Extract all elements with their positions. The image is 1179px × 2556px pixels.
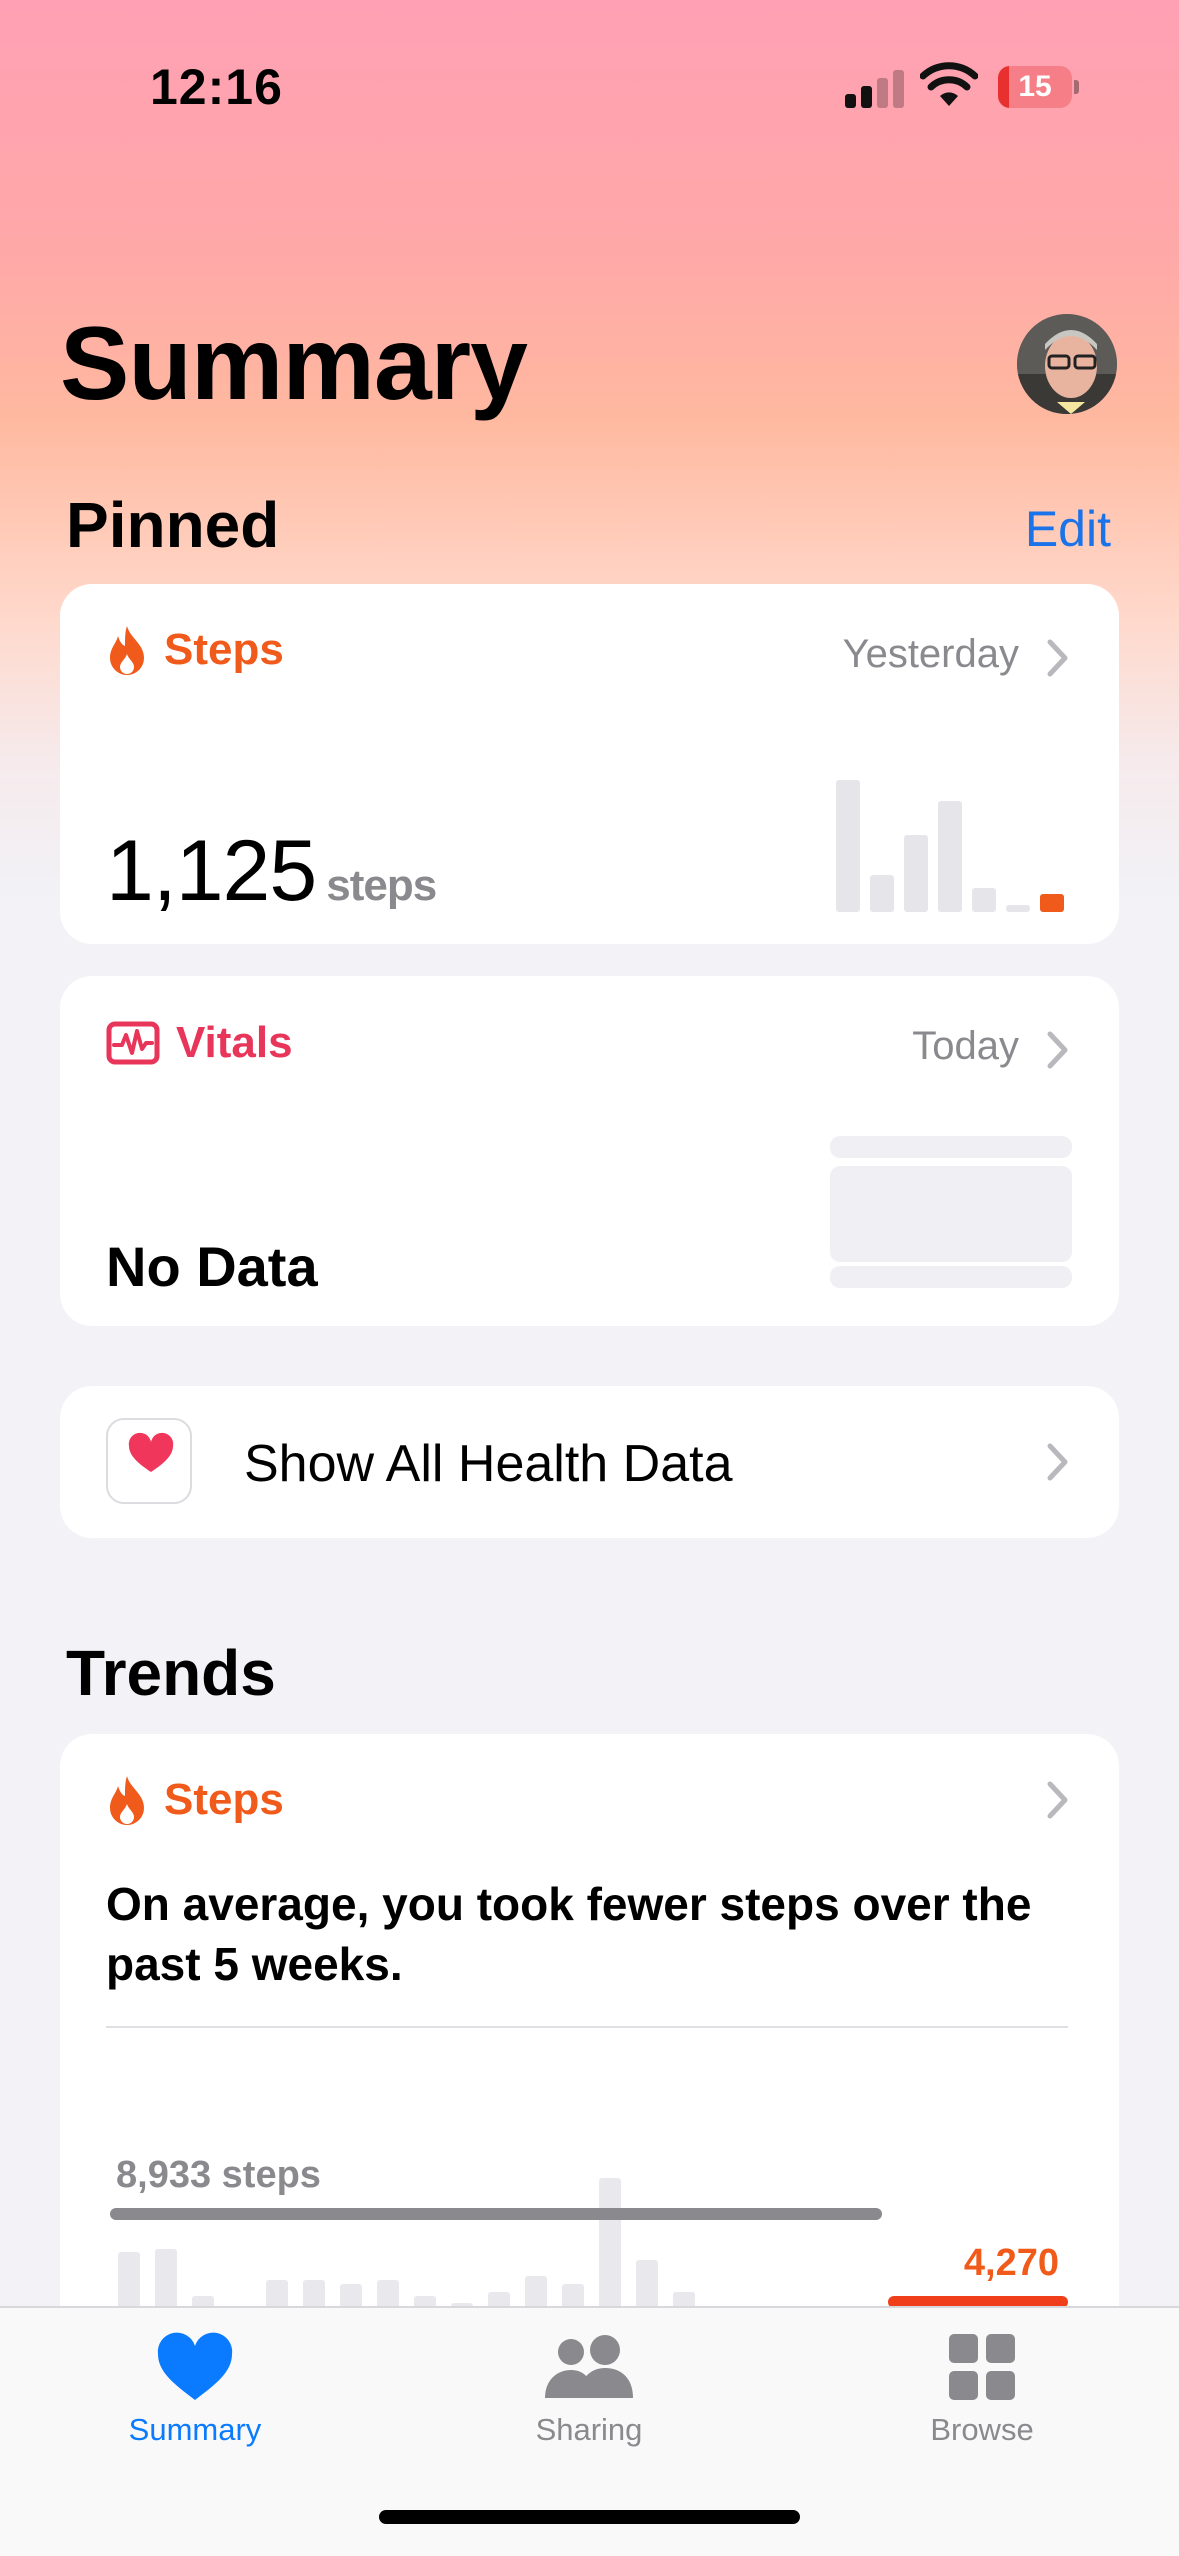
vitals-no-data: No Data [106, 1235, 318, 1298]
profile-avatar[interactable] [1017, 314, 1117, 414]
heart-icon [157, 2332, 233, 2400]
mini-chart-bar [1006, 905, 1030, 912]
average-line [110, 2208, 882, 2220]
mini-chart-bar [1040, 893, 1064, 912]
cellular-signal-icon [845, 68, 905, 108]
trend-description: On average, you took fewer steps over th… [106, 1878, 1032, 1990]
vitals-pinned-card[interactable]: Vitals Today No Data [60, 976, 1119, 1326]
steps-value: 1,125 steps [106, 822, 437, 921]
divider [106, 2026, 1068, 2028]
tab-summary[interactable]: Summary [65, 2328, 325, 2488]
tab-label: Summary [128, 2412, 262, 2447]
steps-count: 1,125 [106, 823, 317, 919]
mini-chart-bar [972, 888, 996, 912]
people-icon [545, 2335, 633, 2398]
trends-section-title: Trends [66, 1637, 276, 1709]
status-time: 12:16 [150, 59, 283, 115]
placeholder-bar [830, 1136, 1072, 1158]
chevron-right-icon [1047, 639, 1068, 677]
steps-card-date: Yesterday [842, 632, 1019, 676]
battery-icon: 15 [998, 66, 1079, 108]
tab-label: Browse [930, 2412, 1034, 2447]
chevron-right-icon [1047, 1781, 1068, 1819]
grid-icon [949, 2334, 1015, 2400]
waveform-icon [106, 1021, 160, 1065]
placeholder-bar [830, 1266, 1072, 1288]
mini-chart-bar [904, 835, 928, 912]
tab-label: Sharing [535, 2412, 643, 2447]
mini-chart-bar [870, 875, 894, 912]
mini-chart-bar [938, 801, 962, 912]
vitals-card-label: Vitals [176, 1018, 293, 1067]
average-label: 8,933 steps [116, 2154, 321, 2196]
pinned-section-title: Pinned [66, 489, 280, 561]
show-all-health-data-row[interactable]: Show All Health Data [60, 1386, 1119, 1538]
page-title: Summary [60, 306, 528, 422]
tab-sharing[interactable]: Sharing [459, 2328, 719, 2488]
recent-average-label: 4,270 [963, 2242, 1059, 2284]
home-indicator [379, 2510, 800, 2524]
tab-browse[interactable]: Browse [852, 2328, 1112, 2488]
health-app-icon [106, 1418, 192, 1504]
steps-mini-chart [834, 752, 1134, 912]
show-all-health-data-label: Show All Health Data [244, 1435, 733, 1493]
edit-button[interactable]: Edit [1025, 500, 1111, 558]
wifi-icon [920, 62, 978, 106]
steps-card-label: Steps [164, 625, 284, 674]
chevron-right-icon [1047, 1443, 1068, 1481]
flame-icon [110, 1776, 144, 1825]
vitals-card-date: Today [912, 1024, 1019, 1068]
battery-level: 15 [1018, 70, 1052, 103]
heart-icon [128, 1432, 174, 1472]
steps-unit: steps [326, 861, 437, 910]
chevron-right-icon [1047, 1031, 1068, 1069]
flame-icon [110, 626, 144, 675]
steps-pinned-card[interactable]: Steps Yesterday 1,125 steps [60, 584, 1119, 944]
mini-chart-bar [836, 780, 860, 912]
trend-card-label: Steps [164, 1775, 284, 1824]
placeholder-block [830, 1166, 1072, 1262]
